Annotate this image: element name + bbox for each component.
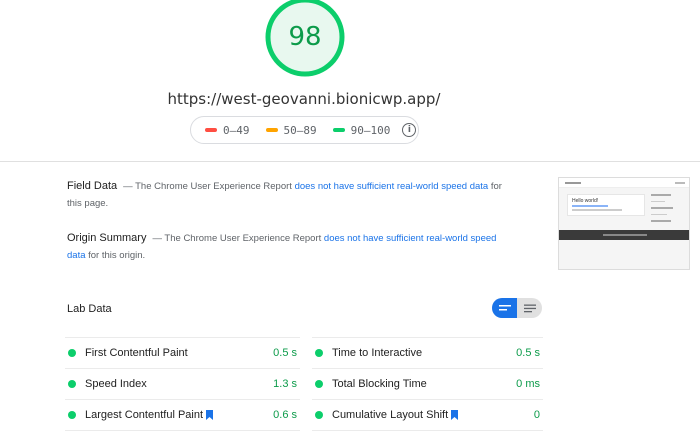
info-icon[interactable]: i	[402, 123, 417, 137]
origin-summary-text: — The Chrome User Experience Report	[152, 233, 324, 244]
metric-time-to-interactive: Time to Interactive 0.5 s	[312, 337, 543, 368]
metrics-bottom-divider	[65, 430, 300, 431]
pass-dot-icon	[68, 349, 76, 357]
metric-value: 0.5 s	[516, 347, 540, 359]
thumb-sidebar	[651, 194, 683, 234]
field-data-text: — The Chrome User Experience Report	[123, 181, 295, 192]
metric-label-wrap: Cumulative Layout Shift	[332, 409, 534, 421]
performance-score: 98	[288, 22, 322, 52]
pass-bar-icon	[332, 128, 345, 132]
metric-value: 1.3 s	[273, 378, 297, 390]
lab-data-title: Lab Data	[67, 303, 112, 315]
metric-total-blocking-time: Total Blocking Time 0 ms	[312, 368, 543, 399]
metric-label: Speed Index	[85, 378, 147, 390]
core-web-vital-bookmark-icon[interactable]	[206, 410, 214, 420]
metric-label: Total Blocking Time	[332, 378, 427, 390]
metric-view-toggle[interactable]	[492, 298, 542, 318]
page-screenshot-thumbnail[interactable]: Hello world!	[558, 177, 690, 270]
thumb-post-title: Hello world!	[572, 198, 599, 204]
score-header: 98 https://west-geovanni.bionicwp.app/ 0…	[0, 0, 700, 162]
metric-value: 0 ms	[516, 378, 540, 390]
metric-label-wrap: Largest Contentful Paint	[85, 409, 273, 421]
pass-dot-icon	[68, 380, 76, 388]
metric-value: 0	[533, 409, 540, 421]
field-data-section: Field Data — The Chrome User Experience R…	[67, 178, 507, 212]
field-data-title: Field Data	[67, 180, 118, 192]
legend-label: 50–89	[283, 123, 317, 137]
expanded-list-icon	[523, 304, 536, 312]
legend-fail: 0–49	[205, 124, 250, 137]
legend-pass: 90–100	[332, 123, 391, 137]
pass-dot-icon	[68, 411, 76, 419]
legend-label: 0–49	[223, 123, 250, 137]
origin-summary-section: Origin Summary — The Chrome User Experien…	[67, 230, 507, 264]
metrics-bottom-divider	[312, 430, 543, 431]
performance-gauge: 98	[264, 0, 346, 82]
fail-bar-icon	[205, 128, 217, 132]
legend-label: 90–100	[350, 123, 391, 137]
metric-first-contentful-paint: First Contentful Paint 0.5 s	[65, 337, 300, 368]
expanded-view-button[interactable]	[517, 298, 542, 318]
metric-label: Time to Interactive	[332, 347, 423, 359]
metric-label: Cumulative Layout Shift	[332, 409, 449, 421]
origin-summary-text-end: for this origin.	[85, 250, 146, 261]
metric-cumulative-layout-shift: Cumulative Layout Shift 0	[312, 399, 543, 430]
average-bar-icon	[265, 128, 278, 132]
tested-url: https://west-geovanni.bionicwp.app/	[167, 90, 441, 108]
metric-largest-contentful-paint: Largest Contentful Paint 0.6 s	[65, 399, 300, 430]
origin-summary-title: Origin Summary	[67, 232, 147, 244]
metric-value: 0.6 s	[273, 409, 297, 421]
metric-label: First Contentful Paint	[85, 347, 188, 359]
legend-average: 50–89	[265, 123, 317, 137]
field-data-link[interactable]: does not have sufficient real-world spee…	[295, 181, 489, 192]
pass-dot-icon	[315, 349, 323, 357]
metric-value: 0.5 s	[273, 347, 297, 359]
thumb-footer	[559, 230, 689, 240]
thumb-header	[559, 178, 689, 188]
score-legend: 0–49 50–89 90–100 i	[190, 116, 419, 144]
metric-speed-index: Speed Index 1.3 s	[65, 368, 300, 399]
metric-label: Largest Contentful Paint	[85, 409, 204, 421]
compact-list-icon	[498, 305, 511, 311]
thumb-post-card: Hello world!	[567, 194, 645, 216]
core-web-vital-bookmark-icon[interactable]	[451, 410, 459, 420]
pass-dot-icon	[315, 380, 323, 388]
summary-view-button[interactable]	[492, 298, 517, 318]
pass-dot-icon	[315, 411, 323, 419]
